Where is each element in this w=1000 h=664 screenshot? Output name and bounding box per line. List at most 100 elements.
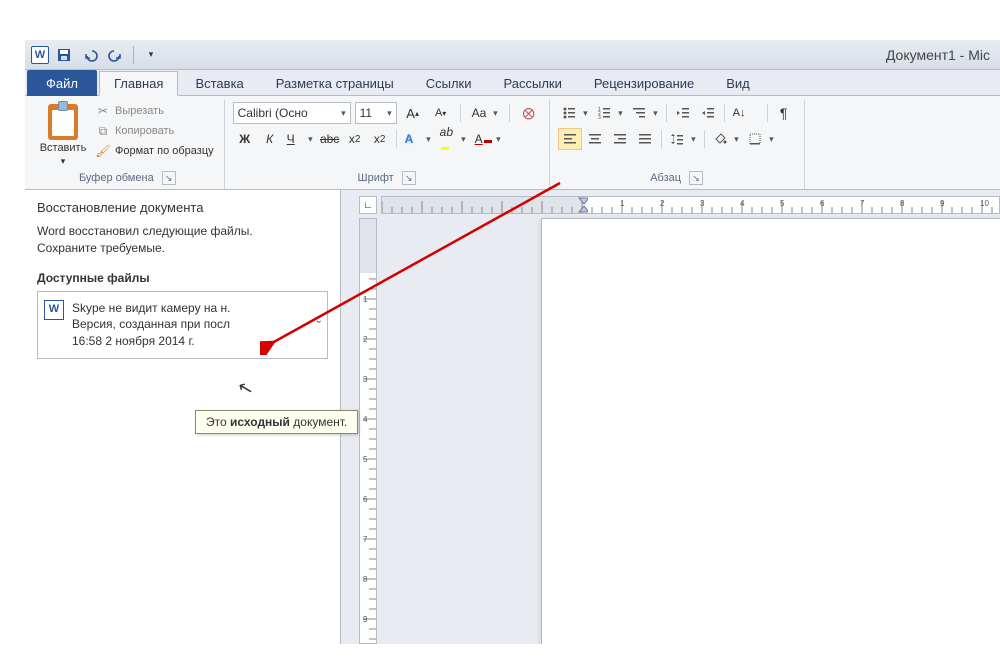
recovery-intro: Word восстановил следующие файлы.Сохрани… — [37, 223, 328, 257]
qat-separator — [133, 46, 134, 64]
align-left-icon — [563, 132, 577, 146]
text-effects-button[interactable]: A▾ — [401, 128, 435, 150]
svg-text:9: 9 — [940, 199, 945, 208]
window-title: Документ1 - Mic — [886, 47, 994, 63]
recovery-file-line1: Skype не видит камеру на н. — [72, 300, 319, 317]
clear-formatting-button[interactable]: ⨂ — [517, 102, 541, 124]
tab-page-layout[interactable]: Разметка страницы — [261, 71, 409, 95]
tab-home[interactable]: Главная — [99, 71, 178, 96]
tab-file[interactable]: Файл — [27, 70, 97, 96]
bold-button[interactable]: Ж — [233, 128, 257, 150]
outdent-icon — [676, 106, 690, 120]
copy-button[interactable]: ⧉ Копировать — [93, 122, 216, 140]
numbering-icon: 123 — [597, 106, 611, 120]
align-center-button[interactable] — [583, 128, 607, 150]
align-center-icon — [588, 132, 602, 146]
show-marks-button[interactable]: ¶ — [772, 102, 796, 124]
font-color-button[interactable]: A▾ — [471, 128, 505, 150]
group-paragraph: ▾ 123▾ ▾ А↓ ¶ ▾ — [550, 100, 805, 189]
document-page[interactable] — [541, 218, 1000, 644]
paste-button[interactable]: Вставить ▾ — [39, 102, 87, 169]
chevron-down-icon[interactable]: ⌄ — [315, 314, 323, 328]
paragraph-launcher[interactable]: ↘ — [689, 171, 703, 185]
group-clipboard: Вставить ▾ ✂ Вырезать ⧉ Копировать 🖌Формат… — [31, 100, 225, 189]
svg-text:2: 2 — [363, 335, 368, 344]
font-size-value: 11 — [360, 106, 372, 120]
title-bar: W ▾ Документ1 - Mic — [25, 40, 1000, 70]
tab-selector[interactable]: ∟ — [359, 196, 377, 214]
clipboard-group-title: Буфер обмена — [79, 172, 154, 184]
font-name-combo[interactable]: Calibri (Осно▾ — [233, 102, 351, 124]
multilevel-button[interactable]: ▾ — [628, 102, 662, 124]
font-launcher[interactable]: ↘ — [402, 171, 416, 185]
superscript-button[interactable]: x2 — [368, 128, 392, 150]
cut-label: Вырезать — [115, 105, 164, 117]
indent-icon — [701, 106, 715, 120]
recovery-file-line2: Версия, созданная при посл — [72, 316, 319, 333]
svg-text:8: 8 — [363, 575, 368, 584]
font-name-value: Calibri (Осно — [238, 106, 308, 120]
horizontal-ruler[interactable]: 123456789101112 — [381, 196, 1000, 214]
paste-label: Вставить — [40, 142, 87, 154]
save-button[interactable] — [53, 44, 75, 66]
undo-button[interactable] — [79, 44, 101, 66]
format-painter-button[interactable]: 🖌Формат по образцу — [93, 142, 216, 160]
cut-button[interactable]: ✂ Вырезать — [93, 102, 216, 120]
ribbon: Вставить ▾ ✂ Вырезать ⧉ Копировать 🖌Формат… — [25, 96, 1000, 190]
svg-text:8: 8 — [900, 199, 905, 208]
tooltip: Это исходный документ. — [195, 410, 358, 434]
tab-view[interactable]: Вид — [711, 71, 765, 95]
align-left-button[interactable] — [558, 128, 582, 150]
tab-references[interactable]: Ссылки — [411, 71, 487, 95]
copy-icon: ⧉ — [95, 123, 111, 139]
subscript-button[interactable]: x2 — [343, 128, 367, 150]
line-spacing-button[interactable]: ▾ — [666, 128, 700, 150]
italic-button[interactable]: К — [258, 128, 282, 150]
bullets-icon — [562, 106, 576, 120]
hanging-indent-marker[interactable] — [578, 205, 588, 214]
copy-label: Копировать — [115, 125, 174, 137]
decrease-indent-button[interactable] — [671, 102, 695, 124]
shrink-font-button[interactable]: A▾ — [429, 102, 453, 124]
change-case-button[interactable]: Aa▾ — [468, 102, 502, 124]
numbering-button[interactable]: 123▾ — [593, 102, 627, 124]
borders-button[interactable]: ▾ — [744, 128, 778, 150]
tab-mailings[interactable]: Рассылки — [489, 71, 577, 95]
bullets-button[interactable]: ▾ — [558, 102, 592, 124]
justify-button[interactable] — [633, 128, 657, 150]
grow-font-button[interactable]: A▴ — [401, 102, 425, 124]
strikethrough-button[interactable]: abc — [318, 128, 342, 150]
align-right-button[interactable] — [608, 128, 632, 150]
svg-text:7: 7 — [363, 535, 368, 544]
tab-insert[interactable]: Вставка — [180, 71, 258, 95]
font-size-combo[interactable]: 11▾ — [355, 102, 397, 124]
group-font: Calibri (Осно▾ 11▾ A▴ A▾ Aa▾ ⨂ Ж К Ч▾ ab… — [225, 100, 550, 189]
quick-access-toolbar: W ▾ — [31, 44, 162, 66]
font-group-title: Шрифт — [358, 172, 394, 184]
svg-text:5: 5 — [780, 199, 785, 208]
underline-button[interactable]: Ч▾ — [283, 128, 317, 150]
available-files-label: Доступные файлы — [37, 271, 328, 285]
redo-button[interactable] — [105, 44, 127, 66]
sort-button[interactable]: А↓ — [729, 102, 763, 124]
svg-text:3: 3 — [598, 115, 601, 120]
svg-text:2: 2 — [660, 199, 665, 208]
ribbon-tabs: Файл Главная Вставка Разметка страницы С… — [25, 70, 1000, 96]
shading-button[interactable]: ▾ — [709, 128, 743, 150]
qat-customize[interactable]: ▾ — [140, 44, 162, 66]
bucket-icon — [713, 132, 727, 146]
highlight-button[interactable]: ab▾ — [436, 128, 470, 150]
recovery-file-item[interactable]: W Skype не видит камеру на н. Версия, со… — [37, 291, 328, 359]
word-window: W ▾ Документ1 - Mic Файл Главная Вставка… — [25, 40, 1000, 644]
scissors-icon: ✂ — [95, 103, 111, 119]
vertical-ruler[interactable]: 1234567891011 — [359, 218, 377, 644]
tab-review[interactable]: Рецензирование — [579, 71, 709, 95]
svg-text:7: 7 — [860, 199, 865, 208]
save-icon — [56, 47, 72, 63]
svg-text:4: 4 — [363, 415, 368, 424]
line-spacing-icon — [670, 132, 684, 146]
clipboard-launcher[interactable]: ↘ — [162, 171, 176, 185]
svg-text:1: 1 — [620, 199, 625, 208]
increase-indent-button[interactable] — [696, 102, 720, 124]
paragraph-group-title: Абзац — [650, 172, 681, 184]
